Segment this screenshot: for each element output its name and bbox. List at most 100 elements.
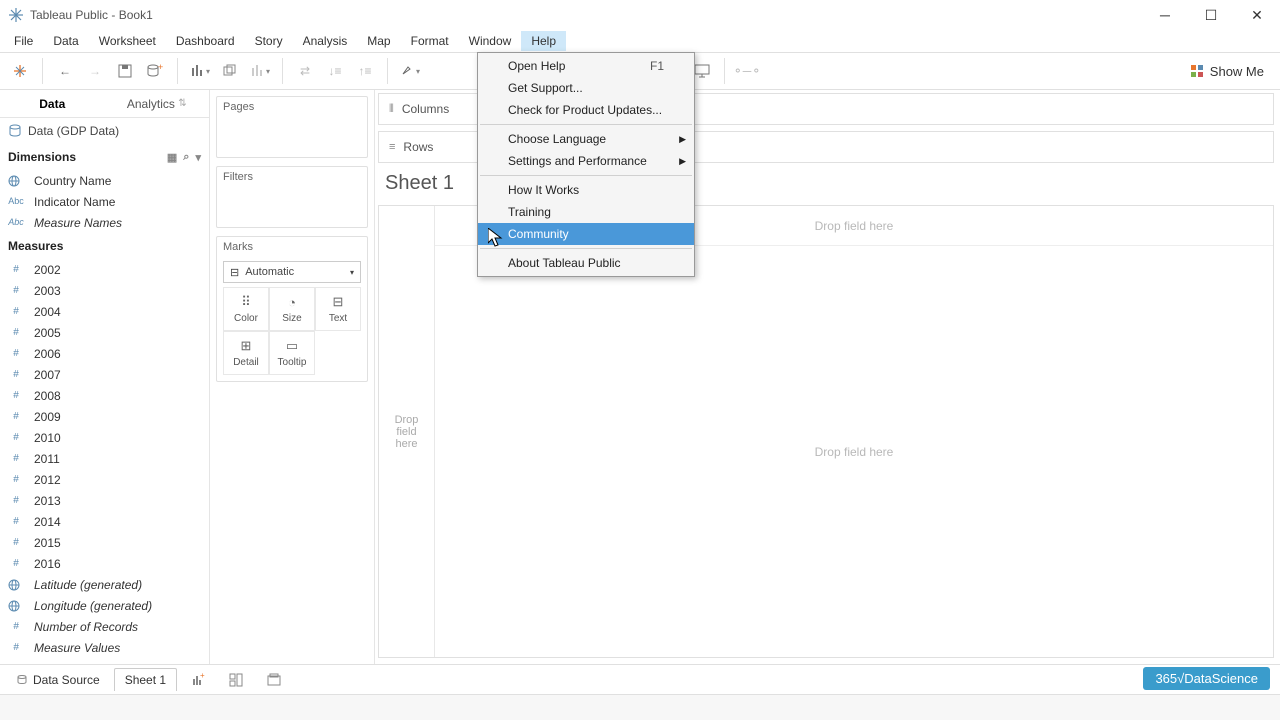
field-longitude-generated-[interactable]: Longitude (generated) [0,595,209,616]
field-measure-values[interactable]: #Measure Values [0,637,209,658]
help-get-support-[interactable]: Get Support... [478,77,694,99]
submenu-arrow-icon: ▶ [679,134,686,145]
new-story-button[interactable] [257,669,291,691]
help-community[interactable]: Community [478,223,694,245]
field-type-icon [8,600,24,612]
field-2009[interactable]: #2009 [0,406,209,427]
help-open-help[interactable]: Open HelpF1 [478,55,694,77]
help-choose-language[interactable]: Choose Language▶ [478,128,694,150]
watermark-badge: 365√DataScience [1143,667,1270,690]
field-2014[interactable]: #2014 [0,511,209,532]
size-icon: ◔ [288,295,296,310]
menu-format[interactable]: Format [401,31,459,51]
help-menu-dropdown: Open HelpF1Get Support...Check for Produ… [477,52,695,277]
field-2003[interactable]: #2003 [0,280,209,301]
field-type-icon: # [8,558,24,569]
field-2010[interactable]: #2010 [0,427,209,448]
mark-color[interactable]: ⠿Color [223,287,269,331]
filters-card[interactable]: Filters [216,166,368,228]
drop-field-vaxis[interactable]: Drop field here [379,206,435,657]
menu-file[interactable]: File [4,31,43,51]
field-country-name[interactable]: Country Name [0,170,209,191]
menu-dashboard[interactable]: Dashboard [166,31,245,51]
tableau-icon[interactable] [6,57,34,85]
menu-map[interactable]: Map [357,31,400,51]
menu-analysis[interactable]: Analysis [293,31,358,51]
field-2002[interactable]: #2002 [0,259,209,280]
help-check-for-product-updates-[interactable]: Check for Product Updates... [478,99,694,121]
back-button[interactable]: ← [51,57,79,85]
database-icon [8,124,22,138]
tab-data[interactable]: Data [0,90,105,117]
search-icon[interactable]: ⌕ [183,151,189,164]
new-worksheet-button[interactable]: ▾ [186,57,214,85]
field-type-icon: Abc [8,217,24,228]
marks-type-select[interactable]: ⊟ Automatic ▾ [223,261,361,283]
field-type-icon: # [8,621,24,632]
forward-button[interactable]: → [81,57,109,85]
show-me-button[interactable]: Show Me [1180,64,1274,79]
field-2008[interactable]: #2008 [0,385,209,406]
mark-tooltip[interactable]: ▭Tooltip [269,331,315,375]
view-icon[interactable]: ▦ [167,151,177,164]
field-indicator-name[interactable]: AbcIndicator Name [0,191,209,212]
field-2007[interactable]: #2007 [0,364,209,385]
mark-size[interactable]: ◔Size [269,287,315,331]
field-type-icon: # [8,453,24,464]
field-2006[interactable]: #2006 [0,343,209,364]
mark-text[interactable]: ⊟Text [315,287,361,331]
highlight-button[interactable]: ▾ [396,57,424,85]
maximize-button[interactable]: ☐ [1188,0,1234,30]
help-about-tableau-public[interactable]: About Tableau Public [478,252,694,274]
measures-header: Measures [0,233,209,259]
field-type-icon: # [8,348,24,359]
new-datasource-button[interactable]: + [141,57,169,85]
menu-help[interactable]: Help [521,31,566,51]
close-button[interactable]: ✕ [1234,0,1280,30]
sort-desc-button[interactable]: ↑≡ [351,57,379,85]
mark-detail[interactable]: ⊞Detail [223,331,269,375]
field-2013[interactable]: #2013 [0,490,209,511]
swap-button[interactable]: ⇄ [291,57,319,85]
field-2012[interactable]: #2012 [0,469,209,490]
datasource-row[interactable]: Data (GDP Data) [0,118,209,144]
minimize-button[interactable]: ─ [1142,0,1188,30]
tab-datasource[interactable]: Data Source [6,669,110,691]
help-settings-and-performance[interactable]: Settings and Performance▶ [478,150,694,172]
field-2016[interactable]: #2016 [0,553,209,574]
menu-caret-icon[interactable]: ▾ [195,151,201,164]
field-2011[interactable]: #2011 [0,448,209,469]
clear-button[interactable]: ▾ [246,57,274,85]
detail-icon: ⊞ [241,338,252,354]
menu-window[interactable]: Window [459,31,522,51]
menu-story[interactable]: Story [245,31,293,51]
field-type-icon: # [8,369,24,380]
svg-text:+: + [158,64,163,72]
new-sheet-button[interactable]: + [181,669,215,691]
sort-asc-button[interactable]: ↓≡ [321,57,349,85]
menu-data[interactable]: Data [43,31,88,51]
text-icon: ⊟ [333,294,344,310]
menu-worksheet[interactable]: Worksheet [89,31,166,51]
dimensions-header: Dimensions ▦⌕▾ [0,144,209,170]
field-type-icon: # [8,390,24,401]
new-dashboard-button[interactable] [219,669,253,691]
drop-field-main[interactable]: Drop field here [435,246,1273,657]
field-2015[interactable]: #2015 [0,532,209,553]
tab-sheet1[interactable]: Sheet 1 [114,668,177,691]
field-measure-names[interactable]: AbcMeasure Names [0,212,209,233]
field-2005[interactable]: #2005 [0,322,209,343]
share-button[interactable]: ⚬─⚬ [733,57,761,85]
save-button[interactable] [111,57,139,85]
pages-card[interactable]: Pages [216,96,368,158]
help-training[interactable]: Training [478,201,694,223]
field-type-icon: # [8,285,24,296]
help-how-it-works[interactable]: How It Works [478,179,694,201]
field-2004[interactable]: #2004 [0,301,209,322]
field-number-of-records[interactable]: #Number of Records [0,616,209,637]
duplicate-button[interactable] [216,57,244,85]
field-latitude-generated-[interactable]: Latitude (generated) [0,574,209,595]
datasource-tab-icon [16,674,28,686]
tab-analytics[interactable]: Analytics ⇅ [105,90,210,117]
submenu-arrow-icon: ▶ [679,156,686,167]
